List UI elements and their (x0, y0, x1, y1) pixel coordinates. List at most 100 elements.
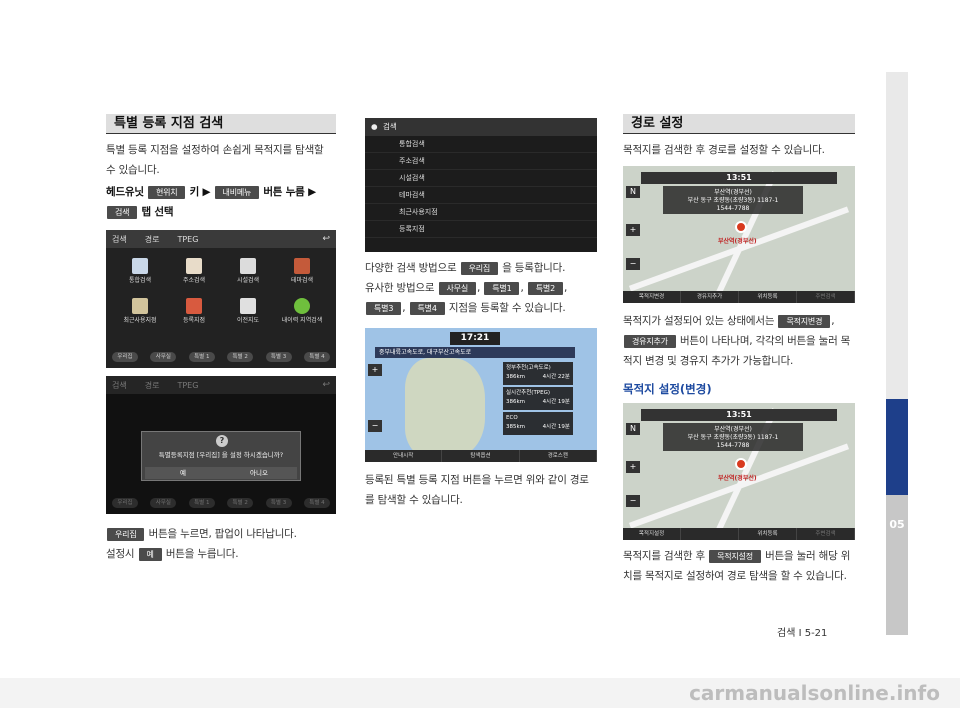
chapter-number: 05 (889, 518, 905, 531)
navi-menu-button-label: 내비메뉴 (214, 185, 260, 199)
zoom-out-button[interactable]: − (626, 495, 640, 507)
start-guidance-button[interactable]: 안내시작 (365, 450, 443, 462)
question-icon: ? (216, 435, 228, 447)
special4-button-dim: 특별 4 (303, 498, 330, 508)
north-icon[interactable]: N (626, 186, 640, 198)
special3-button-dim: 특별 3 (265, 498, 292, 508)
register-location-button[interactable]: 위치등록 (739, 291, 797, 303)
set-destination-button[interactable]: 목적지설정 (623, 528, 681, 540)
chapter-tab-active (886, 399, 908, 495)
nearby-search-button[interactable]: 주변검색 (797, 528, 855, 540)
menu-item[interactable]: 통합검색 (365, 136, 597, 153)
popup-no-button[interactable]: 아니오 (221, 467, 297, 479)
korea-map-land (405, 358, 485, 458)
route-options-button[interactable]: 탐색옵션 (442, 450, 520, 462)
chapter-tab-strip: 05 (886, 72, 908, 635)
popup-screen: 검색 경로 TPEG ↩ 우리집 사무실 특별 1 특별 2 특별 3 특별 4… (106, 376, 336, 514)
clock: 13:51 (641, 409, 837, 421)
office-button-dim: 사무실 (150, 498, 177, 508)
subheading-destination-setting: 목적지 설정(변경) (623, 382, 712, 396)
tab-route[interactable]: 경로 (145, 234, 160, 245)
special2-button-label: 특별2 (527, 281, 563, 295)
change-destination-label: 목적지변경 (778, 314, 831, 328)
page-footer: 검색 I 5-21 (777, 628, 828, 639)
nearby-search-button[interactable]: 주변검색 (797, 291, 855, 303)
tab-search[interactable]: 검색 (112, 234, 127, 245)
route-option-name: 정부추천(고속도로) (506, 365, 551, 371)
register-others-suffix: 지점을 등록할 수 있습니다. (448, 302, 566, 314)
grid-item[interactable]: 등록지점 (170, 298, 218, 334)
home-button-instruction: 우리집 버튼을 누르면, 팝업이 나타납니다. (106, 524, 336, 544)
route-option-distance: 385km (506, 424, 526, 430)
back-icon-dim: ↩ (322, 380, 330, 390)
change-destination-button[interactable]: 목적지변경 (623, 291, 681, 303)
grid-item[interactable]: 이전지도 (224, 298, 272, 334)
register-others-text-2: 특별3, 특별4 지점을 등록할 수 있습니다. (365, 298, 597, 318)
special1-button[interactable]: 특별 1 (188, 352, 215, 362)
menu-item[interactable]: 최근사용지점 (365, 204, 597, 221)
route-option[interactable]: ECO 385km 4시간 19분 (503, 412, 573, 435)
back-icon[interactable]: ↩ (322, 234, 330, 244)
home-button[interactable]: 우리집 (112, 352, 138, 362)
special1-button-label: 특별1 (484, 281, 520, 295)
zoom-out-button[interactable]: − (626, 258, 640, 270)
grid-item[interactable]: 시설검색 (224, 258, 272, 294)
set-destination-label: 목적지설정 (709, 549, 761, 563)
special4-button[interactable]: 특별 4 (303, 352, 330, 362)
place-info-box: 부산역(경부선) 부산 동구 초량동(초량3동) 1187-1 1544-778… (663, 423, 803, 451)
special3-button[interactable]: 특별 3 (265, 352, 292, 362)
zoom-in-button[interactable]: + (368, 364, 382, 376)
region-history-icon (294, 298, 310, 314)
office-button[interactable]: 사무실 (150, 352, 177, 362)
menu-item[interactable]: 주소검색 (365, 153, 597, 170)
register-location-button[interactable]: 위치등록 (739, 528, 797, 540)
route-option-time: 4시간 22분 (542, 374, 570, 380)
route-action-bar: 안내시작 탐색옵션 경로스캔 (365, 450, 597, 462)
clock: 13:51 (641, 172, 837, 184)
special-point-buttons-dim: 우리집 사무실 특별 1 특별 2 특별 3 특별 4 (112, 498, 330, 508)
zoom-out-button[interactable]: − (368, 420, 382, 432)
grid-item-label: 최근사용지점 (123, 317, 157, 324)
home-button-label: 우리집 (460, 261, 499, 275)
set-destination-text: 목적지를 검색한 후 목적지설정 버튼을 눌러 해당 위치를 목적지로 설정하여… (623, 546, 855, 586)
pin-label: 부산역(경부선) (718, 238, 757, 245)
zoom-in-button[interactable]: + (626, 461, 640, 473)
grid-item[interactable]: 테마검색 (278, 258, 326, 294)
integrated-search-icon (132, 258, 148, 274)
menu-item[interactable]: 시설검색 (365, 170, 597, 187)
route-option-time: 4시간 19분 (542, 399, 570, 405)
menu-item[interactable]: 등록지점 (365, 221, 597, 238)
grid-item[interactable]: 최근사용지점 (116, 298, 164, 334)
add-waypoint-button[interactable]: 경유지추가 (681, 291, 739, 303)
grid-item-label: 통합검색 (128, 277, 152, 284)
grid-item-label: 이전지도 (236, 317, 260, 324)
empty-slot (681, 528, 739, 540)
destination-pin-icon (735, 458, 747, 470)
route-option[interactable]: 정부추천(고속도로) 386km 4시간 22분 (503, 362, 573, 385)
route-scan-button[interactable]: 경로스캔 (520, 450, 597, 462)
popup-yes-button[interactable]: 예 (145, 467, 221, 479)
destination-pin-icon (735, 221, 747, 233)
place-phone: 1544-7788 (716, 442, 750, 449)
key-label: 키 ▶ (189, 186, 211, 198)
menu-item[interactable]: 테마검색 (365, 187, 597, 204)
clock: 17:21 (450, 332, 500, 345)
grid-item[interactable]: 내이력 지역검색 (278, 298, 326, 334)
special4-button-label: 특별4 (409, 301, 445, 315)
destination-map-screen: 13:51 부산역(경부선) 부산 동구 초량동(초량3동) 1187-1 15… (623, 166, 855, 303)
route-option-distance: 386km (506, 374, 526, 380)
zoom-in-button[interactable]: + (626, 224, 640, 236)
intro-paragraph: 특별 등록 지점을 설정하여 손쉽게 목적지를 탐색할 수 있습니다. (106, 144, 324, 176)
change-text-a: 목적지가 설정되어 있는 상태에서는 (623, 315, 775, 327)
grid-item[interactable]: 주소검색 (170, 258, 218, 294)
special-point-buttons: 우리집 사무실 특별 1 특별 2 특별 3 특별 4 (112, 352, 330, 362)
grid-item[interactable]: 통합검색 (116, 258, 164, 294)
tab-tpeg[interactable]: TPEG (177, 235, 198, 244)
route-option-name: 실시간추천(TPEG) (506, 390, 551, 396)
north-icon[interactable]: N (626, 423, 640, 435)
saved-places-icon (186, 298, 202, 314)
route-overview-screen: 17:21 중부내륙고속도로, 대구부산고속도로 + − 정부추천(고속도로) … (365, 328, 597, 462)
route-option[interactable]: 실시간추천(TPEG) 386km 4시간 19분 (503, 387, 573, 410)
popup-message: 특별등록지점 [우리집] 을 설정 하시겠습니까? (158, 451, 284, 459)
special2-button[interactable]: 특별 2 (227, 352, 254, 362)
